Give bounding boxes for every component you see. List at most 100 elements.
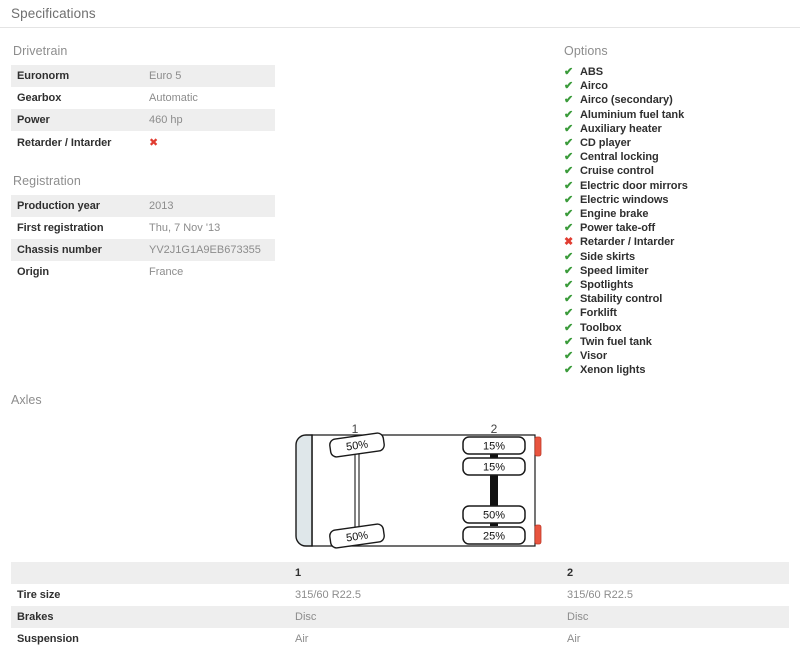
option-label: Visor [580,350,608,363]
table-row: Power 460 hp [11,109,275,131]
page-title: Specifications [11,6,96,21]
drivetrain-label: Euronorm [11,65,147,87]
drivetrain-label: Power [11,109,147,131]
page-header: Specifications [0,0,800,28]
axle-1-value: Disc [289,606,561,628]
check-icon: ✔ [564,364,574,377]
list-item: ✔ Airco [562,79,792,93]
option-label: Forklift [580,307,617,320]
registration-label: Origin [17,266,50,278]
check-icon: ✔ [564,66,574,78]
option-label: Airco [580,80,608,93]
table-row: Brakes Disc Disc [11,606,789,628]
list-item: ✔ Auxiliary heater [562,122,792,136]
check-icon: ✔ [564,137,574,150]
right-column: Options ✔ ABS ✔ Airco ✔ Airco (secondary) ✔ Alu… [562,44,792,377]
option-label: Xenon lights [580,364,646,377]
registration-label: Chassis number [11,239,147,261]
table-row: Chassis number YV2J1G1A9EB673355 [11,239,275,261]
list-item: ✔ Forklift [562,306,792,320]
axle-1-value: Air [295,633,309,645]
left-column: Drivetrain Euronorm Euro 5 Gearbox Automati… [11,44,275,283]
drivetrain-value: Euro 5 [147,65,275,87]
axle-2-wheel-top-outer: 15% [462,436,526,455]
option-label: Airco (secondary) [580,94,673,107]
check-icon: ✔ [564,208,574,221]
check-icon: ✔ [564,222,574,235]
axle-2-wheel-top-inner: 15% [462,457,526,476]
option-label: Stability control [580,293,663,306]
list-item: ✔ Cruise control [562,164,792,178]
option-label: CD player [580,137,631,150]
axle-2-wheel-bottom-inner-label: 50% [483,510,505,522]
list-item: ✔ Twin fuel tank [562,335,792,349]
axle-table: 12 Tire size 315/60 R22.5 315/60 R22.5 Brak… [11,562,789,650]
registration-label: Production year [11,195,147,217]
list-item: ✔ Spotlights [562,278,792,292]
drivetrain-label: Retarder / Intarder [17,136,112,149]
axle-property-label: Suspension [17,633,79,645]
check-icon: ✔ [564,151,574,164]
column-header-blank [11,562,289,584]
check-icon: ✔ [564,250,574,263]
option-label: ABS [580,66,604,78]
axle-2-wheel-bottom-outer-label: 25% [483,531,505,543]
axle-2-wheel-top-inner-label: 15% [483,462,505,474]
axle-2-wheel-top-outer-label: 15% [483,441,505,453]
list-item: ✔ Stability control [562,292,792,306]
column-header-2: 2 [561,562,789,584]
drivetrain-value: Automatic [149,92,198,104]
list-item: ✔ Aluminium fuel tank [562,108,792,122]
check-icon: ✔ [564,122,574,135]
table-row: First registration Thu, 7 Nov '13 [11,217,275,239]
axle-table-wrap: 12 Tire size 315/60 R22.5 315/60 R22.5 Brak… [11,562,789,650]
options-list: ✔ ABS ✔ Airco ✔ Airco (secondary) ✔ Aluminium f… [562,65,792,377]
check-icon: ✔ [564,193,574,206]
table-row: Gearbox Automatic [11,87,275,109]
list-item: ✔ Toolbox [562,321,792,335]
option-label: Toolbox [580,321,622,334]
axle-number-2: 2 [491,422,498,436]
axle-diagram-svg: 1 2 50% 50% 15% 15% 50% 25% [295,422,542,549]
list-item: ✔ CD player [562,136,792,150]
check-icon: ✔ [564,165,574,178]
option-label: Aluminium fuel tank [580,108,685,121]
list-item: ✔ Side skirts [562,250,792,264]
list-item: ✔ Power take-off [562,221,792,235]
axle-2-wheel-bottom-outer: 25% [462,526,526,545]
drivetrain-label: Gearbox [17,92,62,104]
check-icon: ✔ [564,321,574,334]
axle-2-value: Air [567,633,581,645]
registration-heading: Registration [13,174,81,188]
list-item: ✔ ABS [562,65,792,79]
option-label: Retarder / Intarder [580,236,675,249]
check-icon: ✔ [564,293,574,306]
table-row: Origin France [11,261,275,283]
list-item: ✔ Central locking [562,150,792,164]
option-label: Engine brake [580,208,649,221]
option-label: Central locking [580,151,659,164]
axle-property-label: Brakes [11,606,289,628]
registration-label: First registration [17,222,104,234]
axle-diagram: 1 2 50% 50% 15% 15% 50% 25% [0,405,800,555]
specifications-body: Drivetrain Euronorm Euro 5 Gearbox Automati… [0,28,800,378]
option-label: Electric door mirrors [580,179,688,192]
table-header-row: 12 [11,562,789,584]
registration-table: Production year 2013 First registration Thu… [11,195,275,283]
drivetrain-heading: Drivetrain [13,44,68,58]
table-row: Euronorm Euro 5 [11,65,275,87]
option-label: Auxiliary heater [580,122,662,135]
check-icon: ✔ [564,108,574,121]
cab-shape [295,434,313,547]
option-label: Speed limiter [580,264,649,277]
column-header-1: 1 [289,562,561,584]
axle-1-value: 315/60 R22.5 [295,589,362,601]
option-label: Spotlights [580,279,634,292]
option-label: Twin fuel tank [580,335,652,348]
table-row: Suspension Air Air [11,628,789,650]
list-item: ✔ Speed limiter [562,264,792,278]
registration-value: France [149,266,184,278]
table-row: Production year 2013 [11,195,275,217]
check-icon: ✔ [564,80,574,93]
drivetrain-table: Euronorm Euro 5 Gearbox Automatic Power 460 h… [11,65,275,154]
